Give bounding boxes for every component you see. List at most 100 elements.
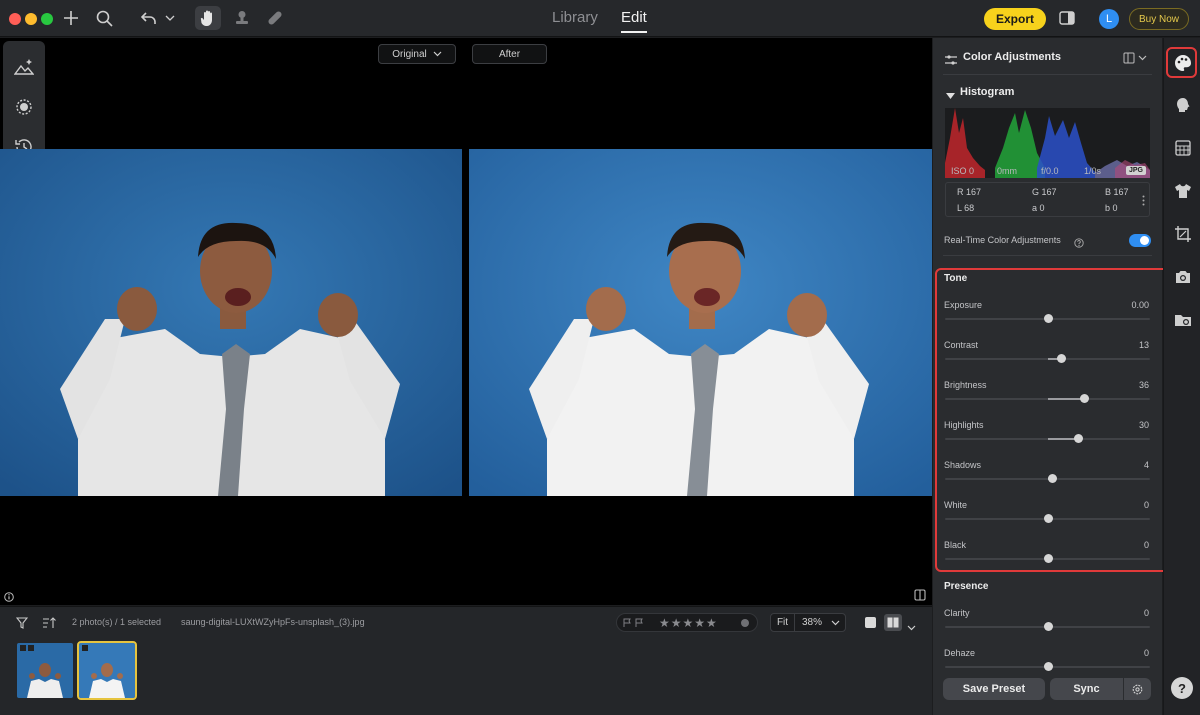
clarity-label: Clarity [944, 608, 970, 618]
original-view-dropdown[interactable]: Original [378, 44, 456, 64]
folder-icon[interactable] [1174, 311, 1192, 329]
sync-button[interactable]: Sync [1050, 678, 1123, 700]
chevron-down-icon[interactable] [164, 6, 176, 30]
ai-scene-icon[interactable] [13, 57, 35, 77]
shadows-slider-handle[interactable] [1047, 474, 1057, 483]
face-icon[interactable] [1174, 96, 1192, 114]
clarity-value[interactable]: 0 [1109, 608, 1149, 618]
bandage-icon[interactable] [266, 6, 284, 30]
panel-layout-dropdown[interactable] [1123, 51, 1149, 69]
zoom-value: 38% [802, 617, 823, 628]
close-window-button[interactable] [9, 13, 21, 25]
active-tool-highlight [1166, 47, 1197, 78]
contrast-slider-handle[interactable] [1056, 354, 1066, 363]
export-button[interactable]: Export [984, 8, 1046, 30]
readout-r: R 167 [957, 187, 982, 197]
black-label: Black [944, 540, 967, 550]
clarity-slider[interactable] [945, 622, 1150, 631]
stamp-icon[interactable] [233, 6, 251, 30]
tool-rail [1163, 38, 1200, 715]
histogram-title: Histogram [960, 86, 1015, 98]
readout-g: G 167 [1032, 187, 1057, 197]
brightness-slider[interactable] [945, 394, 1150, 403]
clarity-slider-handle[interactable] [1043, 622, 1053, 631]
exposure-slider[interactable] [945, 314, 1150, 323]
shirt-icon[interactable] [1174, 182, 1192, 200]
zoom-control[interactable]: Fit 38% [770, 613, 846, 632]
shadows-label: Shadows [944, 460, 982, 470]
before-after-view-icon[interactable] [884, 614, 902, 631]
sort-icon[interactable] [42, 616, 56, 628]
white-slider[interactable] [945, 514, 1150, 523]
presence-title: Presence [944, 581, 989, 592]
color-readout: R 167 G 167 B 167 L 68 a 0 b 0 [945, 182, 1150, 217]
black-value[interactable]: 0 [1109, 540, 1149, 550]
exif-iso: ISO 0 [951, 166, 975, 176]
white-value[interactable]: 0 [1109, 500, 1149, 510]
black-slider[interactable] [945, 554, 1150, 563]
undo-icon[interactable] [140, 6, 158, 30]
highlights-slider[interactable] [945, 434, 1150, 443]
filmstrip-thumbnail-selected[interactable] [77, 641, 137, 700]
save-preset-button[interactable]: Save Preset [943, 678, 1045, 700]
exposure-value[interactable]: 0.00 [1109, 300, 1149, 310]
sync-settings-button[interactable] [1124, 678, 1151, 700]
realtime-toggle[interactable] [1129, 234, 1151, 247]
format-badge: JPG [1126, 166, 1147, 175]
more-icon[interactable] [1142, 195, 1145, 206]
after-label: After [498, 48, 521, 60]
tab-library[interactable]: Library [552, 9, 598, 26]
dehaze-slider-handle[interactable] [1043, 662, 1053, 671]
title-bar: Library Edit Export L Buy Now [0, 0, 1200, 37]
color-label-dot[interactable] [741, 619, 749, 627]
chevron-down-icon [433, 51, 442, 57]
exif-focal: 0mm [997, 166, 1017, 176]
filter-icon[interactable] [15, 616, 29, 629]
caret-down-icon[interactable] [946, 87, 955, 105]
dehaze-label: Dehaze [944, 648, 976, 658]
panel-title: Color Adjustments [963, 51, 1061, 63]
dehaze-value[interactable]: 0 [1109, 648, 1149, 658]
shadows-slider[interactable] [945, 474, 1150, 483]
buy-now-button[interactable]: Buy Now [1129, 8, 1189, 30]
info-icon[interactable] [4, 589, 14, 602]
zoom-fit-button[interactable]: Fit [771, 614, 795, 631]
avatar[interactable]: L [1099, 9, 1119, 29]
readout-l: L 68 [957, 203, 975, 213]
sun-icon[interactable] [14, 97, 34, 117]
brightness-value[interactable]: 36 [1109, 380, 1149, 390]
after-view-button[interactable]: After [472, 44, 547, 64]
chevron-down-icon[interactable] [907, 618, 916, 636]
dehaze-slider[interactable] [945, 662, 1150, 671]
highlights-value[interactable]: 30 [1109, 420, 1149, 430]
sidebar-toggle-icon[interactable] [1058, 6, 1076, 30]
photo-before [0, 149, 462, 496]
readout-b-lab: b 0 [1105, 203, 1118, 213]
hand-icon[interactable] [195, 6, 221, 30]
help-button[interactable]: ? [1171, 677, 1193, 699]
exposure-slider-handle[interactable] [1043, 314, 1053, 323]
help-circle-icon[interactable] [1074, 235, 1084, 253]
search-icon[interactable] [95, 6, 113, 30]
plus-icon[interactable] [62, 6, 80, 30]
crop-icon[interactable] [1174, 225, 1192, 243]
file-name: saung-digital-LUXtWZyHpFs-unsplash_(3).j… [181, 617, 365, 627]
tab-edit[interactable]: Edit [621, 9, 647, 33]
chevron-down-icon[interactable] [831, 620, 840, 626]
zoom-window-button[interactable] [41, 13, 53, 25]
compare-split-icon[interactable] [914, 588, 926, 601]
readout-a: a 0 [1032, 203, 1045, 213]
flag-icon[interactable] [623, 618, 647, 628]
white-slider-handle[interactable] [1043, 514, 1053, 523]
contrast-value[interactable]: 13 [1109, 340, 1149, 350]
shadows-value[interactable]: 4 [1109, 460, 1149, 470]
star-rating[interactable]: ★★★★★ [659, 616, 718, 630]
black-slider-handle[interactable] [1043, 554, 1053, 563]
exif-shutter: 1/0s [1084, 166, 1102, 176]
texture-icon[interactable] [1174, 139, 1192, 157]
single-view-icon[interactable] [865, 617, 876, 628]
minimize-window-button[interactable] [25, 13, 37, 25]
contrast-slider[interactable] [945, 354, 1150, 363]
camera-icon[interactable] [1174, 268, 1192, 286]
filmstrip-thumbnail[interactable] [17, 643, 73, 698]
